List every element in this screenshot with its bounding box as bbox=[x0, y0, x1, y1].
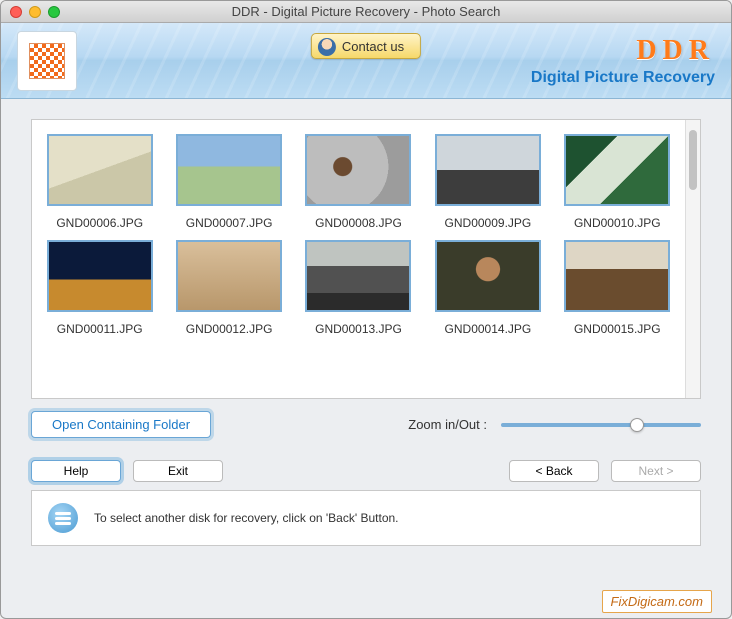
thumbnail-item[interactable]: GND00013.JPG bbox=[301, 240, 416, 336]
thumbnail-image[interactable] bbox=[176, 134, 282, 206]
scrollbar-thumb[interactable] bbox=[689, 130, 697, 190]
help-button[interactable]: Help bbox=[31, 460, 121, 482]
zoom-slider[interactable] bbox=[501, 423, 701, 427]
thumbnail-label: GND00009.JPG bbox=[445, 216, 532, 230]
thumbnail-label: GND00010.JPG bbox=[574, 216, 661, 230]
next-button: Next > bbox=[611, 460, 701, 482]
brand-block: DDR Digital Picture Recovery bbox=[531, 35, 715, 87]
content-area: GND00006.JPG GND00007.JPG GND00008.JPG GND0… bbox=[1, 99, 731, 618]
thumbnail-item[interactable]: GND00012.JPG bbox=[171, 240, 286, 336]
slider-handle[interactable] bbox=[630, 418, 644, 432]
thumbnails-viewport: GND00006.JPG GND00007.JPG GND00008.JPG GND0… bbox=[32, 120, 685, 398]
thumbnail-label: GND00007.JPG bbox=[186, 216, 273, 230]
thumbnails-frame: GND00006.JPG GND00007.JPG GND00008.JPG GND0… bbox=[31, 119, 701, 399]
exit-button[interactable]: Exit bbox=[133, 460, 223, 482]
thumbnail-label: GND00013.JPG bbox=[315, 322, 402, 336]
thumbnail-image[interactable] bbox=[305, 134, 411, 206]
app-logo-icon bbox=[29, 43, 65, 79]
thumbnail-image[interactable] bbox=[176, 240, 282, 312]
thumbnail-item[interactable]: GND00008.JPG bbox=[301, 134, 416, 230]
thumbnail-image[interactable] bbox=[435, 134, 541, 206]
nav-row: Help Exit < Back Next > bbox=[31, 460, 701, 482]
brand-main: DDR bbox=[531, 35, 715, 67]
thumbnail-image[interactable] bbox=[564, 134, 670, 206]
controls-row: Open Containing Folder Zoom in/Out : bbox=[31, 411, 701, 438]
hint-box: To select another disk for recovery, cli… bbox=[31, 490, 701, 546]
thumbnail-label: GND00008.JPG bbox=[315, 216, 402, 230]
thumbnail-label: GND00011.JPG bbox=[57, 322, 143, 336]
thumbnail-item[interactable]: GND00010.JPG bbox=[560, 134, 675, 230]
thumbnail-item[interactable]: GND00007.JPG bbox=[171, 134, 286, 230]
thumbnail-label: GND00006.JPG bbox=[56, 216, 143, 230]
back-button[interactable]: < Back bbox=[509, 460, 599, 482]
nav-spacer bbox=[235, 460, 497, 482]
thumbnail-image[interactable] bbox=[564, 240, 670, 312]
titlebar: DDR - Digital Picture Recovery - Photo S… bbox=[1, 1, 731, 23]
thumbnail-image[interactable] bbox=[435, 240, 541, 312]
slider-track[interactable] bbox=[501, 423, 701, 427]
thumbnail-label: GND00015.JPG bbox=[574, 322, 661, 336]
header-banner: Contact us DDR Digital Picture Recovery bbox=[1, 23, 731, 99]
contact-us-button[interactable]: Contact us bbox=[311, 33, 421, 59]
thumbnail-grid: GND00006.JPG GND00007.JPG GND00008.JPG GND0… bbox=[42, 134, 675, 336]
hint-text: To select another disk for recovery, cli… bbox=[94, 511, 399, 525]
open-containing-folder-button[interactable]: Open Containing Folder bbox=[31, 411, 211, 438]
thumbnail-item[interactable]: GND00015.JPG bbox=[560, 240, 675, 336]
thumbnail-label: GND00012.JPG bbox=[186, 322, 273, 336]
brand-sub: Digital Picture Recovery bbox=[531, 69, 715, 87]
thumbnail-image[interactable] bbox=[47, 134, 153, 206]
thumbnail-label: GND00014.JPG bbox=[445, 322, 532, 336]
watermark: FixDigicam.com bbox=[602, 590, 712, 613]
app-window: DDR - Digital Picture Recovery - Photo S… bbox=[0, 0, 732, 619]
thumbnail-item[interactable]: GND00014.JPG bbox=[430, 240, 545, 336]
info-icon bbox=[48, 503, 78, 533]
scrollbar[interactable] bbox=[685, 120, 700, 398]
window-title: DDR - Digital Picture Recovery - Photo S… bbox=[1, 4, 731, 19]
thumbnail-item[interactable]: GND00011.JPG bbox=[42, 240, 157, 336]
thumbnail-item[interactable]: GND00006.JPG bbox=[42, 134, 157, 230]
thumbnail-image[interactable] bbox=[305, 240, 411, 312]
thumbnail-image[interactable] bbox=[47, 240, 153, 312]
zoom-label: Zoom in/Out : bbox=[408, 417, 487, 432]
app-logo bbox=[17, 31, 77, 91]
contact-us-label: Contact us bbox=[342, 39, 404, 54]
thumbnail-item[interactable]: GND00009.JPG bbox=[430, 134, 545, 230]
